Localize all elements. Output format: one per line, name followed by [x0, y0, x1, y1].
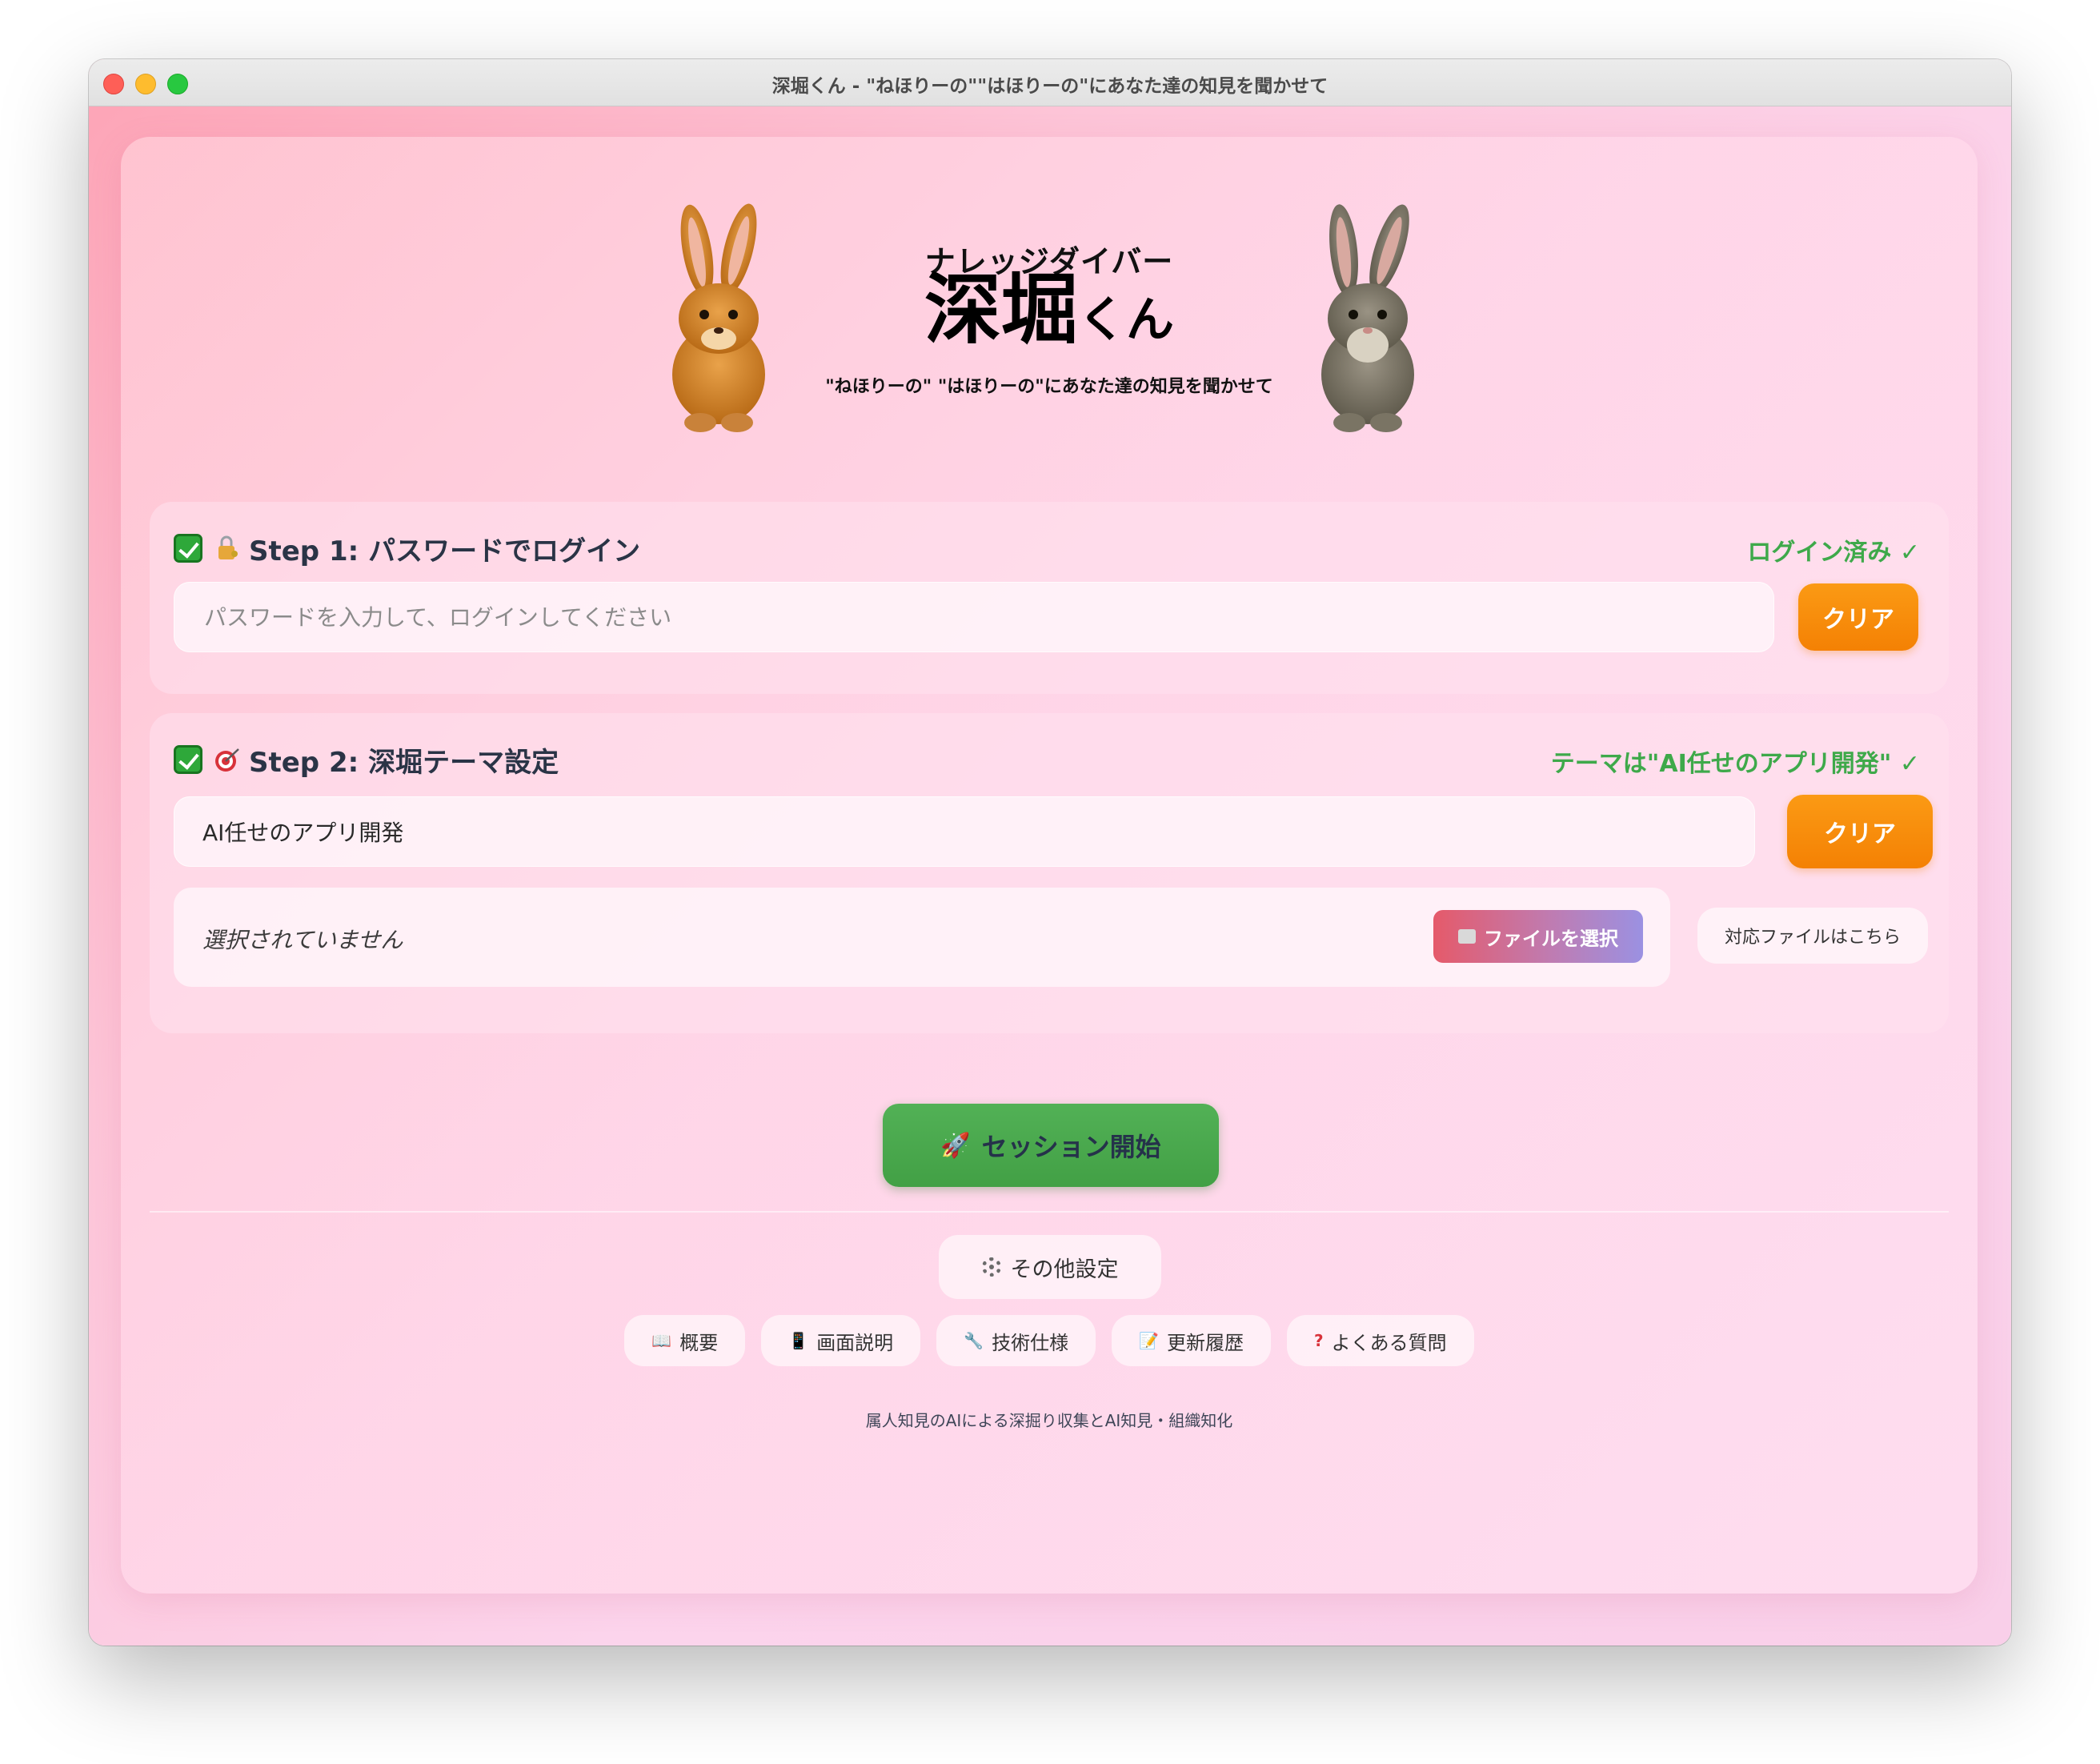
step1-header: Step 1: パスワードでログイン: [174, 531, 641, 567]
memo-icon: 📝: [1139, 1331, 1159, 1350]
file-status: 選択されていません: [202, 927, 403, 953]
book-icon: 📖: [651, 1331, 672, 1350]
link-changelog[interactable]: 📝 更新履歴: [1112, 1315, 1271, 1366]
choose-file-label: ファイルを選択: [1484, 927, 1618, 950]
start-session-button[interactable]: 🚀 セッション開始: [883, 1104, 1219, 1187]
password-field[interactable]: [174, 582, 1774, 652]
lock-key-icon: [218, 535, 238, 559]
password-input[interactable]: [202, 603, 1745, 631]
theme-field[interactable]: AI任せのアプリ開発: [174, 796, 1755, 867]
target-icon: [215, 748, 239, 772]
link-label: よくある質問: [1331, 1331, 1447, 1354]
checkbox-done-icon: [174, 534, 202, 563]
link-label: 技術仕様: [992, 1331, 1069, 1354]
window-title: 深堀くん - "ねほりーの""はほりーの"にあなた達の知見を聞かせて: [771, 76, 1329, 97]
start-session-label: セッション開始: [981, 1132, 1161, 1162]
supported-files-link[interactable]: 対応ファイルはこちら: [1697, 908, 1928, 964]
login-status: ログイン済み ✓: [1747, 539, 1920, 567]
title-bar: 深堀くん - "ねほりーの""はほりーの"にあなた達の知見を聞かせて: [89, 59, 2011, 106]
link-label: 更新履歴: [1167, 1331, 1244, 1354]
info-links: 📖 概要 📱 画面説明 🔧 技術仕様 📝 更新履歴 ? よくある質問: [121, 1315, 1978, 1366]
step2-panel: Step 2: 深堀テーマ設定 テーマは"AI任せのアプリ開発" ✓ AI任せの…: [150, 713, 1949, 1033]
theme-input-value[interactable]: AI任せのアプリ開発: [202, 816, 403, 848]
app-title-suffix: くん: [1078, 292, 1174, 348]
checkbox-done-icon: [174, 745, 202, 774]
step2-header: Step 2: 深堀テーマ設定: [174, 742, 559, 779]
app-title-main: 深堀: [924, 265, 1078, 355]
link-screen-guide[interactable]: 📱 画面説明: [761, 1315, 921, 1366]
gear-icon: [981, 1257, 1001, 1277]
other-settings-button[interactable]: その他設定: [939, 1235, 1161, 1299]
app-title: 深堀くん: [121, 271, 1978, 348]
theme-clear-button[interactable]: クリア: [1787, 795, 1933, 868]
link-label: 画面説明: [816, 1331, 894, 1354]
app-header: ナレッジダイバー 深堀くん "ねほりーの" "はほりーの"にあなた達の知見を聞か…: [121, 137, 1978, 457]
step1-title: Step 1: パスワードでログイン: [249, 535, 641, 567]
other-settings-label: その他設定: [1010, 1257, 1119, 1282]
password-clear-button[interactable]: クリア: [1798, 583, 1918, 651]
choose-file-button[interactable]: ファイルを選択: [1433, 910, 1643, 963]
step2-title: Step 2: 深堀テーマ設定: [249, 746, 559, 779]
link-tech-spec[interactable]: 🔧 技術仕様: [936, 1315, 1096, 1366]
main-card: ナレッジダイバー 深堀くん "ねほりーの" "はほりーの"にあなた達の知見を聞か…: [121, 137, 1978, 1594]
link-overview[interactable]: 📖 概要: [624, 1315, 746, 1366]
file-upload-area: 選択されていません ファイルを選択: [174, 888, 1670, 987]
theme-status: テーマは"AI任せのアプリ開発" ✓: [1550, 750, 1920, 778]
app-window: 深堀くん - "ねほりーの""はほりーの"にあなた達の知見を聞かせて ナレッジダ…: [89, 59, 2011, 1646]
app-tagline: "ねほりーの" "はほりーの"にあなた達の知見を聞かせて: [825, 377, 1273, 397]
wrench-icon: 🔧: [964, 1331, 984, 1350]
folder-icon: [1458, 929, 1476, 944]
phone-icon: 📱: [788, 1331, 809, 1350]
step1-panel: Step 1: パスワードでログイン ログイン済み ✓ クリア: [150, 502, 1949, 694]
footer-text: 属人知見のAIによる深掘り収集とAI知見・組織知化: [865, 1411, 1233, 1430]
link-label: 概要: [679, 1331, 719, 1354]
rabbit-gray-icon: [1321, 204, 1414, 432]
question-icon: ?: [1314, 1331, 1324, 1350]
rocket-icon: 🚀: [940, 1131, 971, 1160]
link-faq[interactable]: ? よくある質問: [1287, 1315, 1474, 1366]
divider: [150, 1211, 1949, 1213]
